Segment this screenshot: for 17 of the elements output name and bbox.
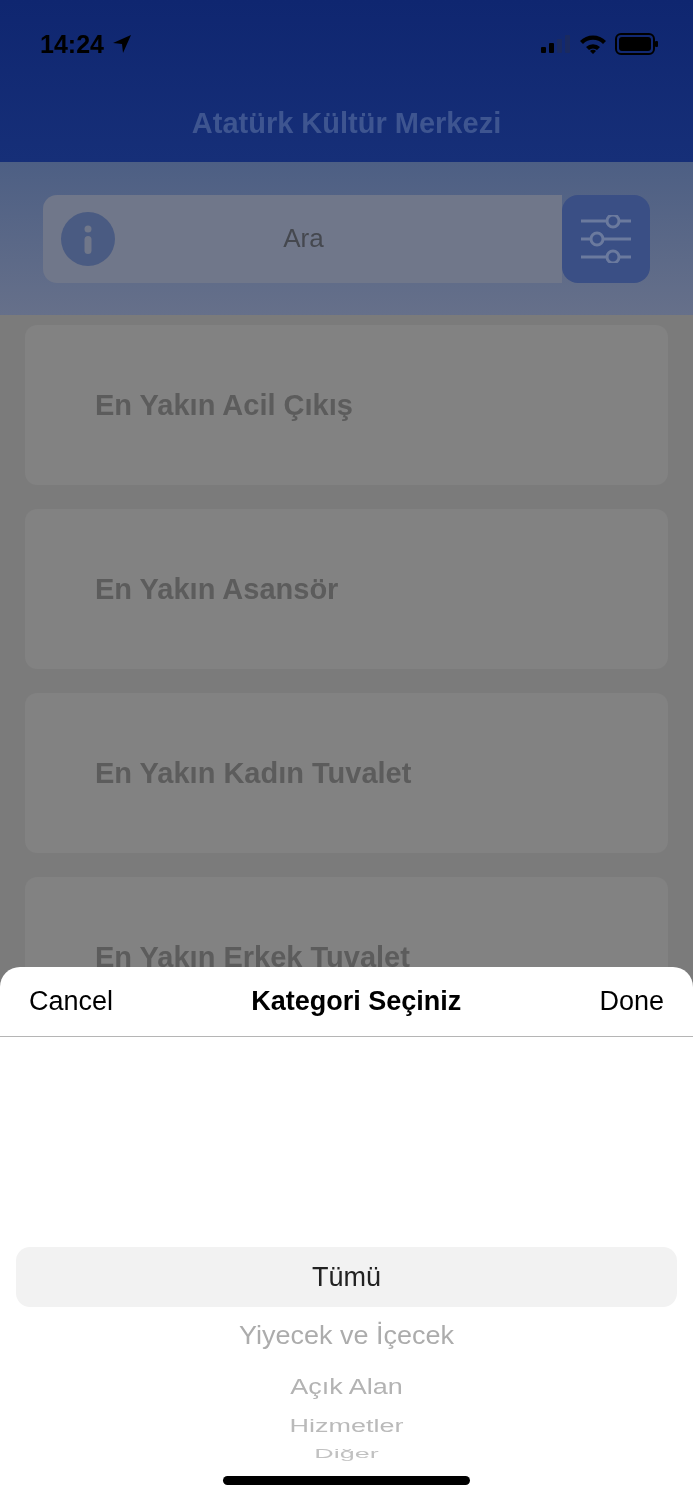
filter-button[interactable] [562,194,650,283]
picker-option[interactable]: Yiyecek ve İçecek [16,1308,677,1362]
sliders-icon [579,214,633,263]
picker-option[interactable]: Hizmetler [16,1414,677,1438]
sheet-title: Kategori Seçiniz [251,986,462,1017]
picker-option[interactable]: Açık Alan [16,1366,677,1406]
location-arrow-icon [111,34,132,54]
picker-option[interactable]: Tümü [16,1247,677,1307]
done-button[interactable]: Done [599,986,664,1017]
signal-icon [541,34,571,54]
info-icon[interactable] [61,211,115,266]
battery-icon [615,33,659,55]
status-time: 14:24 [40,29,104,59]
cancel-button[interactable]: Cancel [29,986,114,1017]
search-field[interactable]: Ara [43,194,562,283]
wifi-icon [579,34,607,54]
picker-option[interactable]: Diğer [16,1449,677,1459]
